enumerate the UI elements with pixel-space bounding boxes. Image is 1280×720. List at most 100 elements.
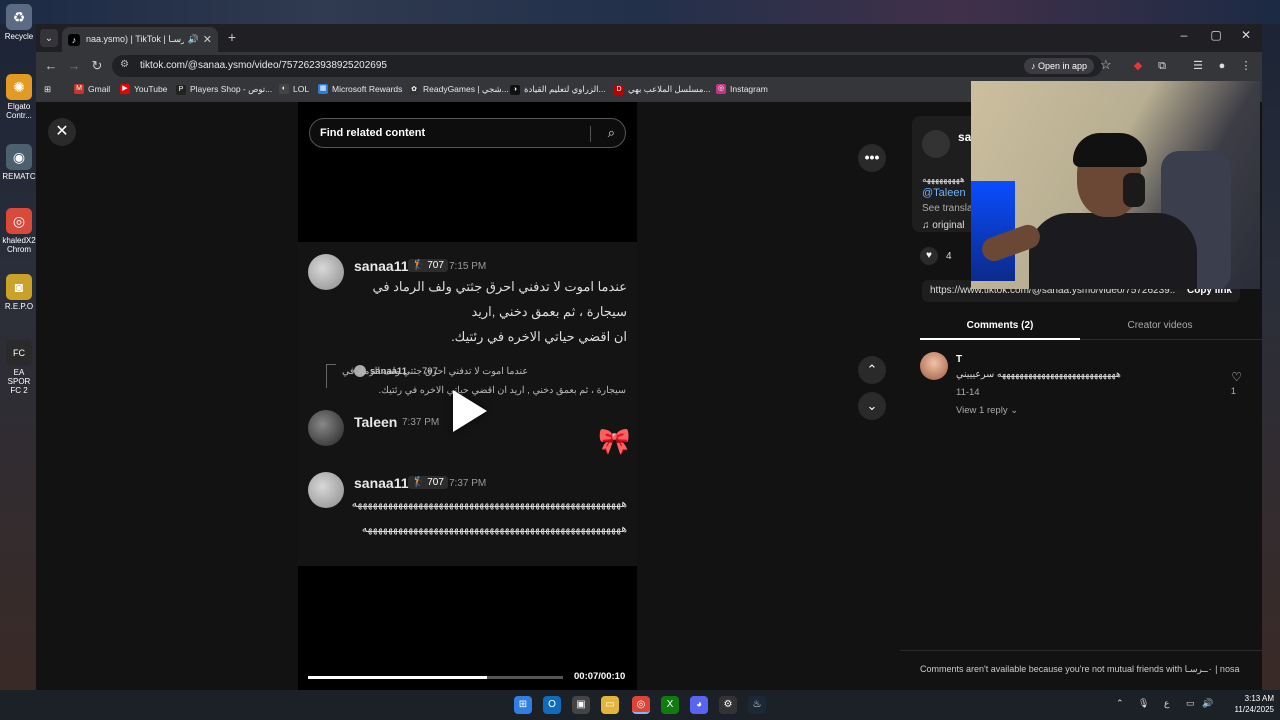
ea-sports-fc-icon: FC	[6, 340, 32, 366]
tab-creator-videos[interactable]: Creator videos	[1080, 320, 1240, 331]
search-bar[interactable]: Find related content ⌕	[309, 118, 626, 148]
outlook-icon[interactable]: O	[543, 696, 561, 714]
bookmark-driving[interactable]: ◑ الزراوي لتعليم القيادة...	[510, 84, 606, 95]
profile-avatar-icon[interactable]: ●	[1214, 58, 1230, 74]
close-window-button[interactable]: ✕	[1234, 28, 1258, 42]
site-info-icon[interactable]: ⚙	[120, 59, 129, 70]
minimize-button[interactable]: –	[1172, 28, 1196, 42]
xbox-icon[interactable]: X	[661, 696, 679, 714]
mention-link[interactable]: @Taleen	[922, 187, 966, 199]
bookmark-ms-rewards[interactable]: ▦ Microsoft Rewards	[318, 84, 402, 94]
video-progress-fill	[308, 676, 487, 679]
close-video-button[interactable]: ✕	[48, 118, 76, 146]
open-in-app-label: Open in app	[1037, 61, 1087, 71]
browser-menu-icon[interactable]: ⋮	[1238, 58, 1254, 74]
browser-tab-active[interactable]: ♪ naa.ysmo) | TikTok | ٠ــرسـا 🔊 ✕	[62, 27, 218, 52]
back-button[interactable]: ←	[42, 57, 60, 75]
clock-time: 3:13 AM	[1244, 694, 1274, 703]
bookmark-series[interactable]: D مسلسل الملاعب بهي...	[614, 84, 711, 95]
address-bar[interactable]: ⚙ tiktok.com/@sanaa.ysmo/video/757262393…	[112, 55, 1102, 77]
bookmark-label: Gmail	[88, 84, 111, 94]
active-tab-underline	[920, 338, 1080, 340]
tray-overflow-icon[interactable]: ⌃	[1116, 698, 1124, 709]
new-tab-button[interactable]: +	[224, 29, 240, 45]
comment-like-icon[interactable]: ♡	[1231, 370, 1242, 384]
desktop-icon-easports[interactable]: FC EA SPOR FC 2	[2, 340, 36, 395]
language-indicator[interactable]: ع	[1164, 698, 1169, 709]
desktop-icon-elgato[interactable]: ✺ Elgato Contr...	[2, 74, 36, 120]
play-icon[interactable]	[453, 390, 487, 432]
forward-button[interactable]: →	[65, 57, 83, 75]
network-icon[interactable]: ▭	[1186, 698, 1195, 709]
discord-icon[interactable]: ◕	[690, 696, 708, 714]
view-replies-link[interactable]: View 1 reply ⌄	[956, 405, 1018, 416]
search-icon[interactable]: ⌕	[608, 125, 615, 141]
bookmark-youtube[interactable]: ▶ YouTube	[120, 84, 167, 94]
bookmark-label: Microsoft Rewards	[332, 84, 403, 94]
see-translation-link[interactable]: See transla	[922, 203, 973, 214]
desktop-icon-label: REMATC	[2, 172, 36, 181]
video-time: 00:07/00:10	[574, 671, 626, 682]
extensions-puzzle-icon[interactable]: ⧉	[1154, 58, 1170, 74]
tab-comments[interactable]: Comments (2)	[920, 320, 1080, 331]
bookmark-gmail[interactable]: M Gmail	[74, 84, 110, 94]
chat-username: Taleen	[354, 414, 398, 430]
desktop-icon-chrome[interactable]: ◎ khaledX2 Chrom	[2, 208, 36, 254]
bookmark-label: ReadyGames | شجي...	[423, 84, 509, 94]
maximize-button[interactable]: ▢	[1204, 28, 1228, 42]
url-text[interactable]: tiktok.com/@sanaa.ysmo/video/75726239389…	[140, 60, 387, 71]
bookmark-star-icon[interactable]: ☆	[1100, 57, 1112, 73]
speaker-icon[interactable]: 🔊	[188, 34, 199, 45]
system-clock[interactable]: 3:13 AM 11/24/2025	[1222, 693, 1274, 715]
commenter-avatar[interactable]	[920, 352, 948, 380]
close-tab-icon[interactable]: ✕	[203, 33, 212, 46]
chat-line: سيجارة ، ثم بعمق دخني ,اريد	[471, 304, 627, 319]
bookmark-readygames[interactable]: ✿ ReadyGames | شجي...	[409, 84, 509, 95]
driving-school-icon: ◑	[510, 84, 520, 95]
desktop-icon-recycle[interactable]: ♻ Recycle	[2, 4, 36, 41]
desktop-icon-repo[interactable]: ◙ R.E.P.O	[2, 274, 36, 311]
bookmark-players-shop[interactable]: P Players Shop - توص...	[176, 84, 272, 95]
volume-tray-icon[interactable]: 🔊	[1202, 698, 1213, 709]
bow-emoji: 🎀	[598, 426, 631, 456]
microphone-icon[interactable]: 🎙	[1138, 698, 1149, 709]
webcam-person-hair	[1073, 133, 1147, 167]
chrome-taskbar-icon[interactable]: ◎	[632, 696, 650, 714]
comments-footer: Comments aren't available because you're…	[900, 650, 1262, 690]
more-options-button[interactable]: •••	[858, 144, 886, 172]
extension-red-icon[interactable]: ◆	[1130, 58, 1146, 74]
commenter-name[interactable]: T	[956, 354, 962, 365]
bookmark-instagram[interactable]: ◎ Instagram	[716, 84, 768, 94]
video-progress-bar[interactable]	[308, 676, 563, 679]
tab-search-icon[interactable]: ⌄	[40, 29, 58, 47]
desktop-icon-rematch[interactable]: ◉ REMATC	[2, 144, 36, 181]
author-name[interactable]: sa	[958, 130, 971, 144]
reload-button[interactable]: ↻	[88, 57, 106, 75]
video-player[interactable]: Find related content ⌕ sanaa11 🏌 707 7:1…	[298, 102, 637, 690]
next-video-button[interactable]: ⌄	[858, 392, 886, 420]
clock-date: 11/24/2025	[1234, 705, 1274, 714]
store-icon[interactable]: ▣	[572, 696, 590, 714]
settings-gear-icon[interactable]: ⚙	[719, 696, 737, 714]
open-in-app-button[interactable]: ♪ Open in app	[1023, 58, 1094, 74]
reading-list-icon[interactable]: ☰	[1190, 58, 1206, 74]
desktop-icon-label: EA SPOR FC 2	[7, 368, 31, 395]
avatar	[308, 254, 344, 290]
bookmark-label: الزراوي لتعليم القيادة...	[524, 84, 606, 94]
webcam-overlay	[971, 81, 1260, 289]
desktop-icons: ♻ Recycle ✺ Elgato Contr... ◉ REMATC ◎ k…	[0, 0, 36, 690]
bookmark-lol[interactable]: ◐ LOL	[279, 84, 309, 94]
apps-grid-icon[interactable]: ⊞	[44, 84, 51, 95]
file-explorer-icon[interactable]: ▭	[601, 696, 619, 714]
like-heart-icon[interactable]: ♥	[920, 247, 938, 265]
author-avatar[interactable]	[922, 130, 950, 158]
gmail-icon: M	[74, 84, 84, 94]
steam-icon[interactable]: ♨	[748, 696, 766, 714]
previous-video-button[interactable]: ⌃	[858, 356, 886, 384]
search-input[interactable]: Find related content	[320, 127, 425, 139]
original-sound-link[interactable]: ♫ original	[922, 220, 965, 231]
comment-item: T هههههههههههههههههههههههههههه سرعيييني …	[920, 352, 1260, 422]
chat-time: 7:37 PM	[449, 478, 487, 489]
windows-taskbar: ⊞ O ▣ ▭ ◎ X ◕ ⚙ ♨ ⌃ 🎙 ع ▭ 🔊 3:13 AM 11/2…	[0, 690, 1280, 720]
start-windows-icon[interactable]: ⊞	[514, 696, 532, 714]
